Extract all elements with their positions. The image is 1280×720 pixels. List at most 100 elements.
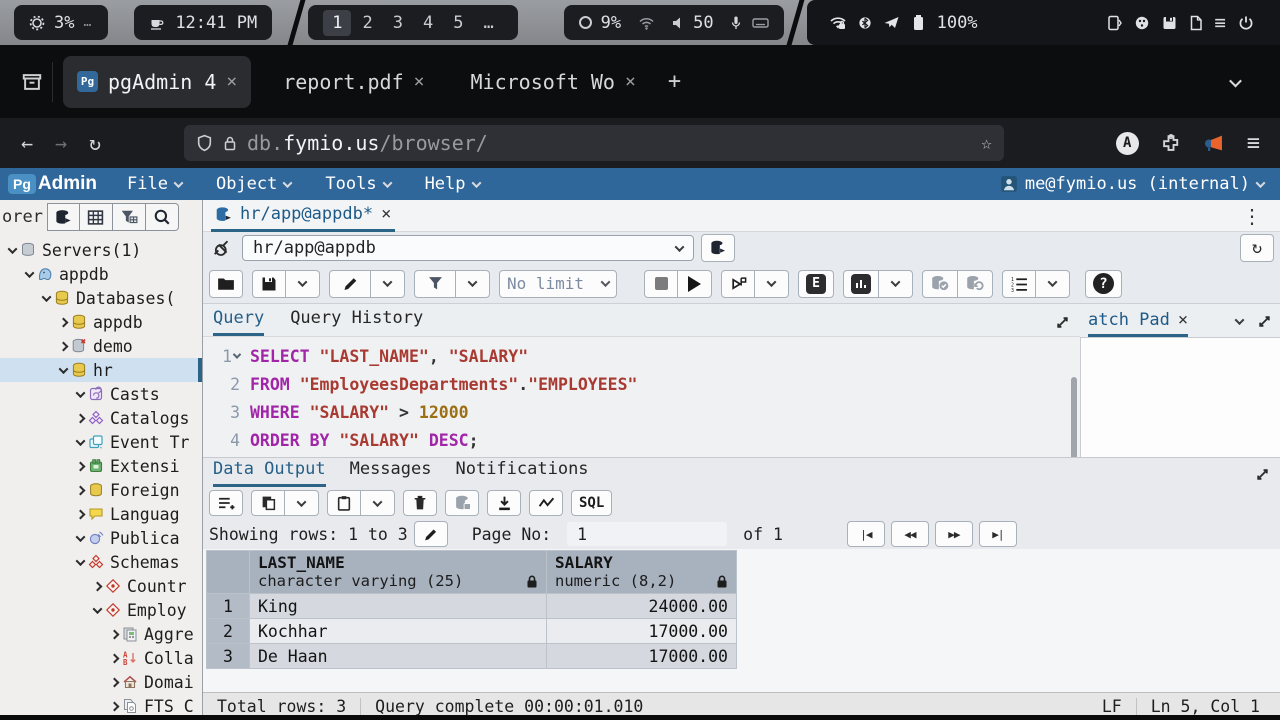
- copy-button[interactable]: [251, 490, 285, 516]
- phone-link-icon[interactable]: [1107, 15, 1122, 31]
- palette-icon[interactable]: [1134, 15, 1150, 31]
- shield-icon[interactable]: [196, 134, 213, 152]
- cpu-indicator[interactable]: 3% …: [14, 5, 108, 40]
- tree-item-aggre[interactable]: Aggre: [0, 622, 202, 646]
- paste-button[interactable]: [327, 490, 361, 516]
- tab-close-icon[interactable]: ×: [414, 71, 425, 92]
- first-page-button[interactable]: |◀: [847, 521, 885, 547]
- bookmark-star-icon[interactable]: ☆: [981, 133, 992, 154]
- workspace-5[interactable]: 5: [444, 10, 472, 36]
- tree-item-casts[interactable]: Casts: [0, 382, 202, 406]
- tree-item-employ[interactable]: Employ: [0, 598, 202, 622]
- filter-options-chevron[interactable]: [456, 270, 490, 298]
- expander-closed-icon[interactable]: [89, 583, 105, 590]
- tree-item-demo[interactable]: demo: [0, 334, 202, 358]
- copy-options-chevron[interactable]: [285, 490, 319, 516]
- tab-manager-icon[interactable]: [12, 71, 52, 93]
- tab-scratch-pad[interactable]: atch Pad ×: [1088, 310, 1188, 337]
- edit-button[interactable]: [329, 270, 371, 298]
- explain-button[interactable]: E: [798, 270, 834, 298]
- expander-open-icon[interactable]: [55, 367, 71, 374]
- send-icon[interactable]: [883, 15, 900, 30]
- search-icon[interactable]: [146, 203, 179, 231]
- next-page-button[interactable]: ▶▶: [935, 521, 973, 547]
- filter-rows-button[interactable]: [414, 270, 456, 298]
- menu-help[interactable]: Help: [425, 174, 480, 194]
- tab-close-icon[interactable]: ×: [226, 71, 237, 92]
- rollback-button[interactable]: [958, 270, 993, 298]
- query-tool-tab[interactable]: hr/app@appdb* ×: [211, 200, 395, 232]
- workspace-…[interactable]: …: [474, 10, 502, 36]
- quick-status-indicator[interactable]: 9% 50: [564, 5, 784, 40]
- power-icon[interactable]: [1238, 15, 1254, 31]
- bluetooth-icon[interactable]: [859, 15, 871, 31]
- workspace-1[interactable]: 1: [323, 10, 351, 36]
- new-tab-button[interactable]: +: [668, 69, 681, 94]
- macros-button[interactable]: 123: [1002, 270, 1036, 298]
- row-limit-select[interactable]: No limit: [499, 270, 617, 298]
- extensions-puzzle-icon[interactable]: [1161, 133, 1181, 153]
- tab-messages[interactable]: Messages: [350, 459, 432, 487]
- tree-item-schemas[interactable]: Schemas: [0, 550, 202, 574]
- browser-tab-2[interactable]: Microsoft Wo×: [456, 56, 649, 108]
- expander-open-icon[interactable]: [4, 247, 20, 254]
- tree-item-foreign[interactable]: Foreign: [0, 478, 202, 502]
- disk-icon[interactable]: [1162, 15, 1177, 31]
- cell-last_name[interactable]: King: [250, 594, 547, 619]
- expander-closed-icon[interactable]: [72, 487, 88, 494]
- cell-last_name[interactable]: De Haan: [250, 644, 547, 669]
- commit-button[interactable]: [922, 270, 958, 298]
- connect-database-button[interactable]: [47, 203, 80, 231]
- open-file-button[interactable]: [209, 270, 243, 298]
- forward-button[interactable]: →: [44, 131, 78, 155]
- column-header-last_name[interactable]: LAST_NAMEcharacter varying (25): [250, 551, 547, 594]
- execute-chevron[interactable]: [755, 270, 789, 298]
- tab-query[interactable]: Query: [213, 308, 264, 336]
- tree-item-appdb[interactable]: appdb: [0, 310, 202, 334]
- workspace-2[interactable]: 2: [353, 10, 381, 36]
- cell-last_name[interactable]: Kochhar: [250, 619, 547, 644]
- browser-tab-1[interactable]: report.pdf×: [269, 56, 438, 108]
- tab-notifications[interactable]: Notifications: [455, 459, 588, 487]
- browser-tab-0[interactable]: PgpgAdmin 4×: [63, 56, 251, 108]
- workspace-3[interactable]: 3: [384, 10, 412, 36]
- tree-item-countr[interactable]: Countr: [0, 574, 202, 598]
- tree-item-publica[interactable]: Publica: [0, 526, 202, 550]
- expand-output-icon[interactable]: [1255, 467, 1270, 487]
- delete-row-button[interactable]: [403, 490, 437, 516]
- cell-salary[interactable]: 24000.00: [547, 594, 737, 619]
- wifi-secure-icon[interactable]: [829, 15, 847, 31]
- lock-icon[interactable]: [223, 135, 237, 152]
- expander-closed-icon[interactable]: [72, 415, 88, 422]
- expander-open-icon[interactable]: [21, 271, 37, 278]
- help-button[interactable]: ?: [1085, 270, 1122, 298]
- save-options-chevron[interactable]: [286, 270, 320, 298]
- add-row-button[interactable]: [209, 490, 243, 516]
- tree-item-servers-1-[interactable]: Servers(1): [0, 238, 202, 262]
- cell-salary[interactable]: 17000.00: [547, 619, 737, 644]
- connection-select[interactable]: hr/app@appdb: [242, 235, 694, 261]
- expander-open-icon[interactable]: [72, 391, 88, 398]
- tree-item-hr[interactable]: hr: [0, 358, 202, 382]
- expander-closed-icon[interactable]: [106, 679, 122, 686]
- expander-closed-icon[interactable]: [72, 511, 88, 518]
- tree-item-appdb[interactable]: appdb: [0, 262, 202, 286]
- code-area[interactable]: 1234 SELECT "LAST_NAME", "SALARY"FROM "E…: [203, 337, 1080, 457]
- scratch-pad-textarea[interactable]: [1080, 337, 1280, 457]
- menu-object[interactable]: Object: [216, 174, 291, 194]
- eol-indicator[interactable]: LF: [1088, 698, 1136, 716]
- close-scratch-pad-icon[interactable]: ×: [1178, 310, 1188, 330]
- editor-scrollbar[interactable]: [1071, 377, 1077, 457]
- expander-closed-icon[interactable]: [106, 631, 122, 638]
- expander-open-icon[interactable]: [72, 559, 88, 566]
- fold-chevron-icon[interactable]: [233, 350, 241, 358]
- tab-data-output[interactable]: Data Output: [213, 459, 326, 487]
- download-results-button[interactable]: [487, 490, 521, 516]
- row-number-cell[interactable]: 2: [207, 619, 250, 644]
- account-extension-icon[interactable]: A: [1116, 132, 1139, 155]
- expand-scratch-pad-icon[interactable]: [1257, 314, 1272, 329]
- browser-menu-icon[interactable]: ≡: [1247, 131, 1260, 156]
- expander-closed-icon[interactable]: [106, 703, 122, 710]
- list-tabs-chevron-icon[interactable]: [1231, 72, 1240, 91]
- panel-kebab-menu-icon[interactable]: ⋮: [1242, 204, 1272, 228]
